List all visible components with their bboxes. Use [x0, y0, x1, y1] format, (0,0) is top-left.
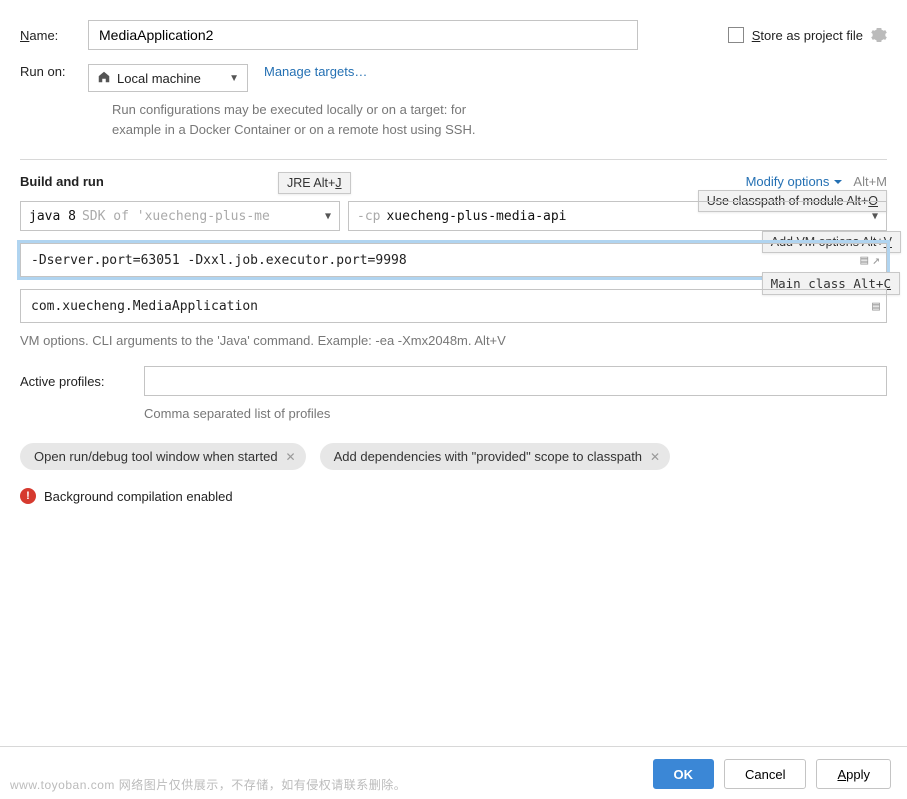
chip-provided-scope[interactable]: Add dependencies with "provided" scope t…: [320, 443, 671, 470]
build-run-title: Build and run: [20, 174, 104, 189]
name-label: Name:: [20, 28, 88, 43]
runon-select[interactable]: Local machine ▼: [88, 64, 248, 92]
cancel-button[interactable]: Cancel: [724, 759, 806, 789]
profiles-input[interactable]: [144, 366, 887, 396]
runon-label: Run on:: [20, 64, 88, 79]
classpath-select[interactable]: -cp xuecheng-plus-media-api ▼: [348, 201, 887, 231]
apply-button[interactable]: Apply: [816, 759, 891, 789]
runon-value: Local machine: [117, 71, 201, 86]
chevron-down-icon: ▼: [872, 211, 878, 222]
close-icon[interactable]: ✕: [650, 450, 660, 464]
warning-icon: !: [20, 488, 36, 504]
run-description: Run configurations may be executed local…: [112, 100, 887, 139]
main-class-input[interactable]: com.xuecheng.MediaApplication ▤: [20, 289, 887, 323]
gear-icon[interactable]: [871, 27, 887, 43]
jre-callout: JRE Alt+J: [278, 172, 351, 194]
close-icon[interactable]: ✕: [286, 450, 296, 464]
jdk-select[interactable]: java 8 SDK of 'xuecheng-plus-me ▼: [20, 201, 340, 231]
home-icon: [97, 70, 111, 87]
expand-icon[interactable]: ↗: [872, 253, 880, 268]
manage-targets-link[interactable]: Manage targets…: [264, 64, 367, 79]
vm-hint: VM options. CLI arguments to the 'Java' …: [20, 333, 887, 348]
chevron-down-icon: ▼: [229, 73, 239, 84]
watermark: www.toyoban.com 网络图片仅供展示，不存储，如有侵权请联系删除。: [10, 776, 406, 793]
ok-button[interactable]: OK: [653, 759, 715, 789]
store-label: Store as project file: [752, 28, 863, 43]
history-icon[interactable]: ▤: [872, 299, 880, 314]
chevron-down-icon: ▼: [325, 211, 331, 222]
profiles-hint: Comma separated list of profiles: [144, 406, 887, 421]
profiles-label: Active profiles:: [20, 374, 144, 389]
vm-options-input[interactable]: -Dserver.port=63051 -Dxxl.job.executor.p…: [20, 243, 887, 277]
name-input[interactable]: [88, 20, 638, 50]
store-checkbox[interactable]: [728, 27, 744, 43]
history-icon[interactable]: ▤: [860, 253, 868, 268]
divider: [20, 159, 887, 160]
chevron-down-icon: [833, 177, 843, 187]
warning-text: Background compilation enabled: [44, 489, 233, 504]
modify-options-link[interactable]: Modify options Alt+M: [746, 174, 887, 189]
chip-open-window[interactable]: Open run/debug tool window when started …: [20, 443, 306, 470]
